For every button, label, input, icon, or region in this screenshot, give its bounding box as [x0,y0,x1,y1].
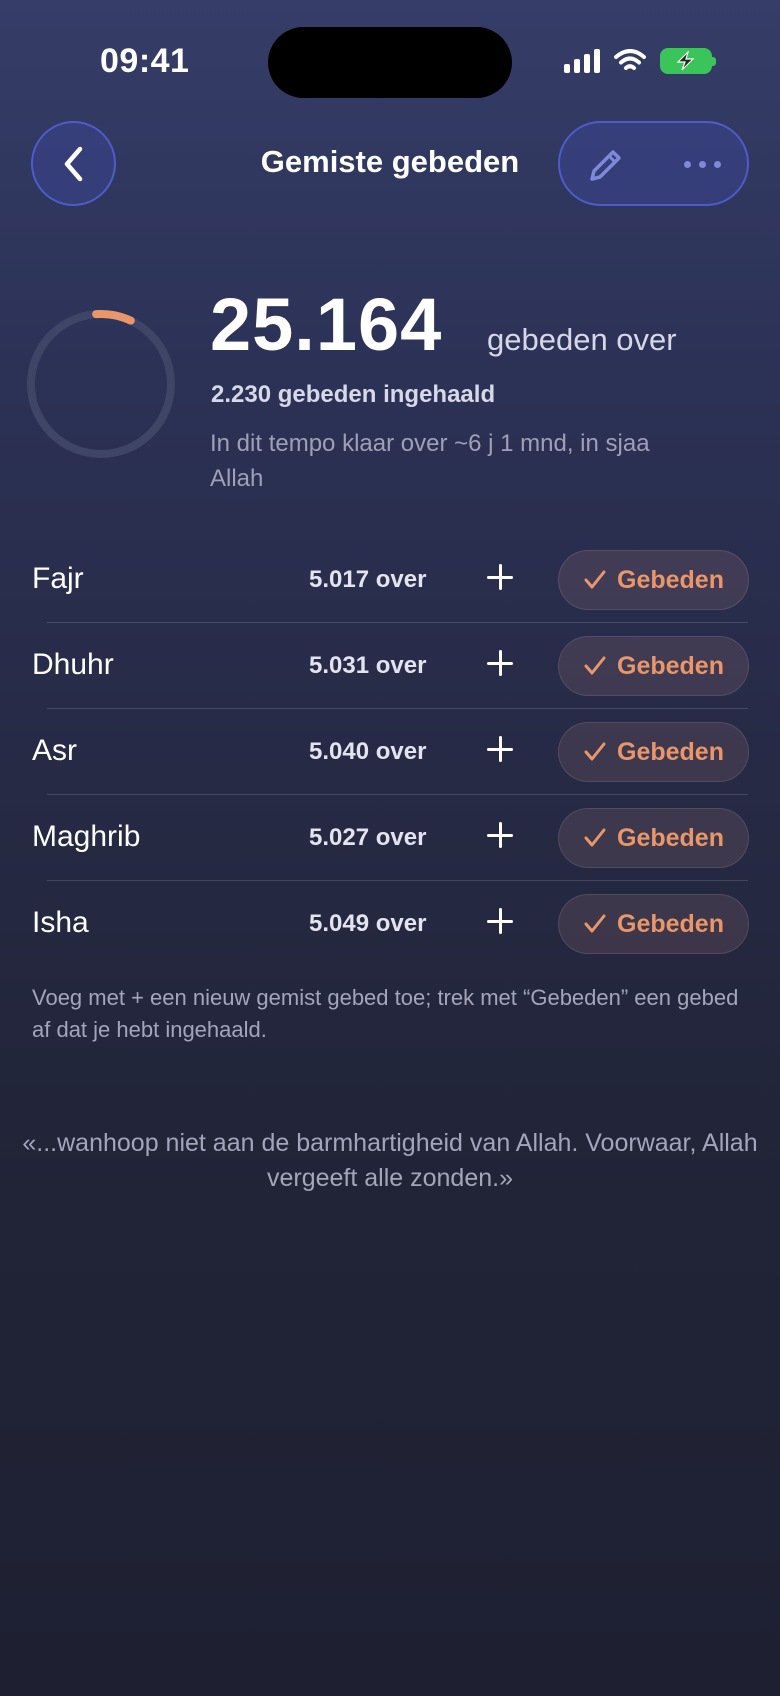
plus-icon[interactable] [484,819,516,851]
prayer-row-maghrib: Maghrib 5.027 over Gebeden [0,795,780,881]
progress-ring [27,310,175,458]
total-remaining-label: gebeden over [487,322,677,357]
wifi-icon [614,49,646,70]
total-remaining-count: 25.164 [210,283,443,366]
prayer-name: Maghrib [32,820,141,853]
cellular-signal-icon [564,49,600,73]
prayed-button-label: Gebeden [617,651,724,680]
checkmark-icon [584,656,606,675]
status-time: 09:41 [100,42,190,80]
dynamic-island [268,27,512,98]
prayer-name: Fajr [32,562,84,595]
pencil-icon[interactable] [584,143,628,187]
checkmark-icon [584,828,606,847]
prayer-name: Dhuhr [32,648,114,681]
prayer-name: Asr [32,734,77,767]
prayed-button[interactable]: Gebeden [558,722,749,782]
prayer-remaining: 5.049 over [309,910,427,937]
battery-charging-icon [660,48,716,74]
prayer-remaining: 5.017 over [309,566,427,593]
checkmark-icon [584,570,606,589]
prayed-button-label: Gebeden [617,823,724,852]
checkmark-icon [584,742,606,761]
prayed-button-label: Gebeden [617,737,724,766]
prayer-remaining: 5.031 over [309,652,427,679]
status-icons [564,48,716,74]
plus-icon[interactable] [484,733,516,765]
plus-icon[interactable] [484,561,516,593]
header-actions [558,121,749,206]
prayed-button[interactable]: Gebeden [558,550,749,610]
prayer-name: Isha [32,906,89,939]
prayer-row-fajr: Fajr 5.017 over Gebeden [0,537,780,623]
checkmark-icon [584,914,606,933]
prayed-button[interactable]: Gebeden [558,808,749,868]
prayed-button-label: Gebeden [617,909,724,938]
prayed-button[interactable]: Gebeden [558,894,749,954]
prayed-button[interactable]: Gebeden [558,636,749,696]
prayer-list: Fajr 5.017 over Gebeden Dhuhr 5.031 over… [0,537,780,967]
ellipsis-icon[interactable] [684,161,721,168]
helper-text: Voeg met + een nieuw gemist gebed toe; t… [32,985,739,1042]
prayer-remaining: 5.040 over [309,738,427,765]
plus-icon[interactable] [484,647,516,679]
prayer-row-isha: Isha 5.049 over Gebeden [0,881,780,967]
status-bar: 09:41 [0,0,780,120]
pace-estimate: In dit tempo klaar over ~6 j 1 mnd, in s… [210,430,650,492]
prayed-button-label: Gebeden [617,565,724,594]
prayer-row-dhuhr: Dhuhr 5.031 over Gebeden [0,623,780,709]
quote-text: «...wanhoop niet aan de barmhartigheid v… [22,1129,758,1192]
prayer-row-asr: Asr 5.040 over Gebeden [0,709,780,795]
caught-up-count: 2.230 gebeden ingehaald [211,381,496,408]
prayer-remaining: 5.027 over [309,824,427,851]
plus-icon[interactable] [484,905,516,937]
